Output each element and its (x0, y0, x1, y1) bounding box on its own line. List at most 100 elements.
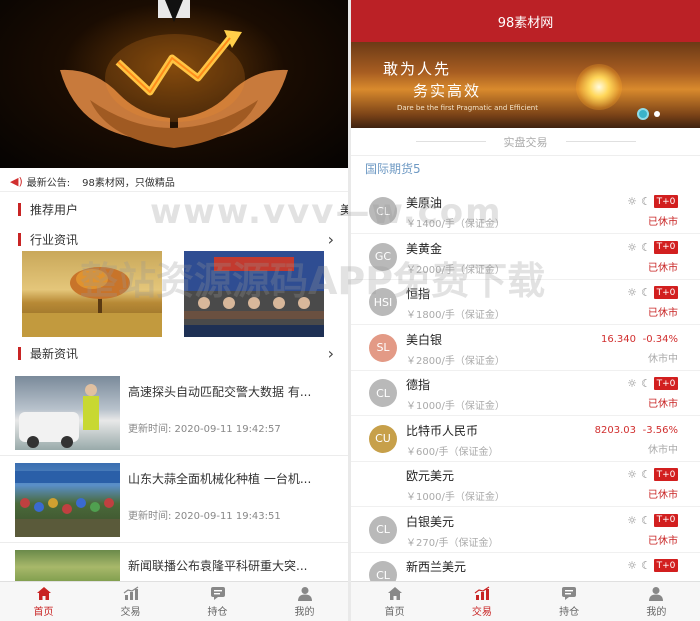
tab-profile[interactable]: 我的 (261, 582, 348, 621)
news-time: 更新时间: 2020-09-11 19:43:51 (128, 511, 281, 522)
moon-icon: ☾ (641, 468, 651, 481)
t0-badge: T+0 (654, 377, 678, 390)
right-screen: 98素材网 敢为人先 务实高效 Dare be the first Pragma… (351, 0, 700, 621)
message-icon (210, 586, 225, 600)
product-name: 欧元美元 (406, 469, 455, 483)
product-price: 16.340 (601, 333, 636, 345)
latest-news-header[interactable]: 最新资讯 › (0, 342, 348, 364)
news-title: 高速探头自动匹配交警大数据 有... (128, 385, 312, 399)
product-row[interactable]: CL 美原油 ￥1400/手（保证金） ☼ ☾ T+0 已休市 (351, 188, 700, 234)
tab-positions[interactable]: 持仓 (526, 582, 613, 621)
product-avatar: SL (369, 333, 397, 362)
promo-banner[interactable]: 敢为人先 务实高效 Dare be the first Pragmatic an… (351, 42, 700, 128)
tab-label: 我的 (294, 606, 315, 618)
chevron-right-icon[interactable]: › (328, 230, 334, 249)
section-subtitle: 实盘交易 (503, 135, 548, 149)
section-divider: 实盘交易 (351, 128, 700, 156)
product-avatar: CL (369, 197, 397, 225)
sun-icon: ☼ (627, 513, 637, 527)
sun-icon: ☼ (627, 195, 637, 208)
sun-icon: ☼ (627, 240, 637, 254)
banner-line1: 敢为人先 (383, 60, 452, 78)
crowd-illustration (15, 471, 120, 537)
carousel-dot-active[interactable] (637, 108, 649, 120)
news-thumbnail (15, 376, 120, 450)
news-title: 新闻联播公布袁隆平科研重大突... (128, 559, 308, 573)
announcement-label: 最新公告: (26, 178, 71, 189)
market-status: 已休市 (648, 535, 678, 547)
product-name: 白银美元 (406, 514, 455, 529)
chart-icon (123, 586, 138, 600)
section-title: 行业资讯 (30, 232, 79, 247)
tab-positions[interactable]: 持仓 (174, 582, 261, 621)
news-item[interactable]: 高速探头自动匹配交警大数据 有... 更新时间: 2020-09-11 19:4… (0, 370, 348, 456)
tab-trade[interactable]: 交易 (438, 582, 525, 621)
product-avatar: CL (369, 515, 397, 544)
product-avatar: GC (369, 242, 397, 271)
moon-icon: ☾ (641, 377, 651, 390)
news-thumbnail (15, 463, 120, 537)
tab-label: 我的 (646, 606, 667, 618)
user-icon (297, 586, 312, 601)
product-margin: ￥2800/手（保证金） (406, 355, 505, 367)
carousel-dots (637, 108, 660, 120)
home-icon (36, 586, 51, 600)
product-margin: ￥270/手（保证金） (406, 537, 499, 549)
product-name: 美原油 (406, 196, 443, 210)
section-title: 推荐用户 (30, 202, 79, 217)
banner-line3: Dare be the first Pragmatic and Efficien… (397, 104, 538, 112)
divider-line (565, 141, 636, 142)
news-item[interactable]: 新闻联播公布袁隆平科研重大突... (0, 544, 348, 584)
product-margin: ￥600/手（保证金） (406, 446, 499, 458)
product-name: 比特币人民币 (406, 423, 479, 438)
banner-line2: 务实高效 (413, 82, 482, 100)
product-margin: ￥1400/手（保证金） (406, 219, 505, 230)
chevron-right-icon[interactable]: › (328, 344, 334, 363)
announcement-text: 98素材网，只做精品 (82, 178, 175, 189)
tab-home[interactable]: 首页 (0, 582, 87, 621)
product-avatar: CL (369, 379, 397, 407)
news-item[interactable]: 山东大蒜全面机械化种植 一台机... 更新时间: 2020-09-11 19:4… (0, 457, 348, 543)
t0-badge: T+0 (654, 195, 678, 208)
header-title: 98素材网 (497, 15, 554, 31)
market-status: 已休市 (648, 399, 678, 410)
tab-home[interactable]: 首页 (351, 582, 438, 621)
product-row[interactable]: GC 美黄金 ￥2000/手（保证金） ☼ ☾ T+0 已休市 (351, 234, 700, 280)
product-row[interactable]: 欧元美元 ￥1000/手（保证金） ☼ ☾ T+0 已休市 (351, 461, 700, 507)
meeting-illustration (184, 251, 324, 337)
product-row[interactable]: SL 美白银 ￥2800/手（保证金） 16.340 -0.34% 休市中 (351, 325, 700, 371)
hero-banner[interactable] (0, 0, 348, 168)
product-change: -3.56% (642, 424, 678, 436)
product-avatar: HSI (369, 288, 397, 316)
recommended-user-name[interactable]: 美 (340, 201, 348, 218)
sun-graphic (576, 64, 622, 110)
product-name: 美白银 (406, 332, 443, 347)
market-status: 已休市 (648, 308, 678, 319)
tab-profile[interactable]: 我的 (613, 582, 700, 621)
product-row[interactable]: CU 比特币人民币 ￥600/手（保证金） 8203.03 -3.56% 休市中 (351, 416, 700, 462)
tab-trade[interactable]: 交易 (87, 582, 174, 621)
carousel-dot[interactable] (654, 111, 660, 117)
app-header: 98素材网 (351, 0, 700, 42)
product-name: 新西兰美元 (406, 560, 467, 574)
news-thumbnail (15, 550, 120, 584)
bottom-tab-bar: 首页 交易 持仓 我的 (351, 581, 700, 621)
product-price: 8203.03 (594, 424, 636, 436)
product-name: 德指 (406, 378, 431, 392)
product-row[interactable]: CL 白银美元 ￥270/手（保证金） ☼ ☾ T+0 已休市 (351, 507, 700, 553)
news-image-tree[interactable] (22, 251, 162, 337)
product-margin: ￥2000/手（保证金） (406, 264, 505, 276)
message-icon (562, 586, 577, 600)
industry-news-header[interactable]: 行业资讯 › (0, 228, 348, 250)
market-status: 休市中 (648, 444, 678, 456)
market-status: 已休市 (648, 262, 678, 274)
sun-icon: ☼ (627, 377, 637, 390)
product-margin: ￥1000/手（保证金） (406, 401, 505, 412)
product-row[interactable]: HSI 恒指 ￥1800/手（保证金） ☼ ☾ T+0 已休市 (351, 279, 700, 325)
product-margin: ￥1800/手（保证金） (406, 310, 505, 321)
news-image-meeting[interactable] (184, 251, 324, 337)
tab-label: 持仓 (559, 606, 580, 618)
product-row[interactable]: CL 德指 ￥1000/手（保证金） ☼ ☾ T+0 已休市 (351, 370, 700, 416)
announcement-bar[interactable]: ◀) 最新公告: 98素材网，只做精品 (0, 172, 348, 192)
section-marker (18, 346, 21, 360)
